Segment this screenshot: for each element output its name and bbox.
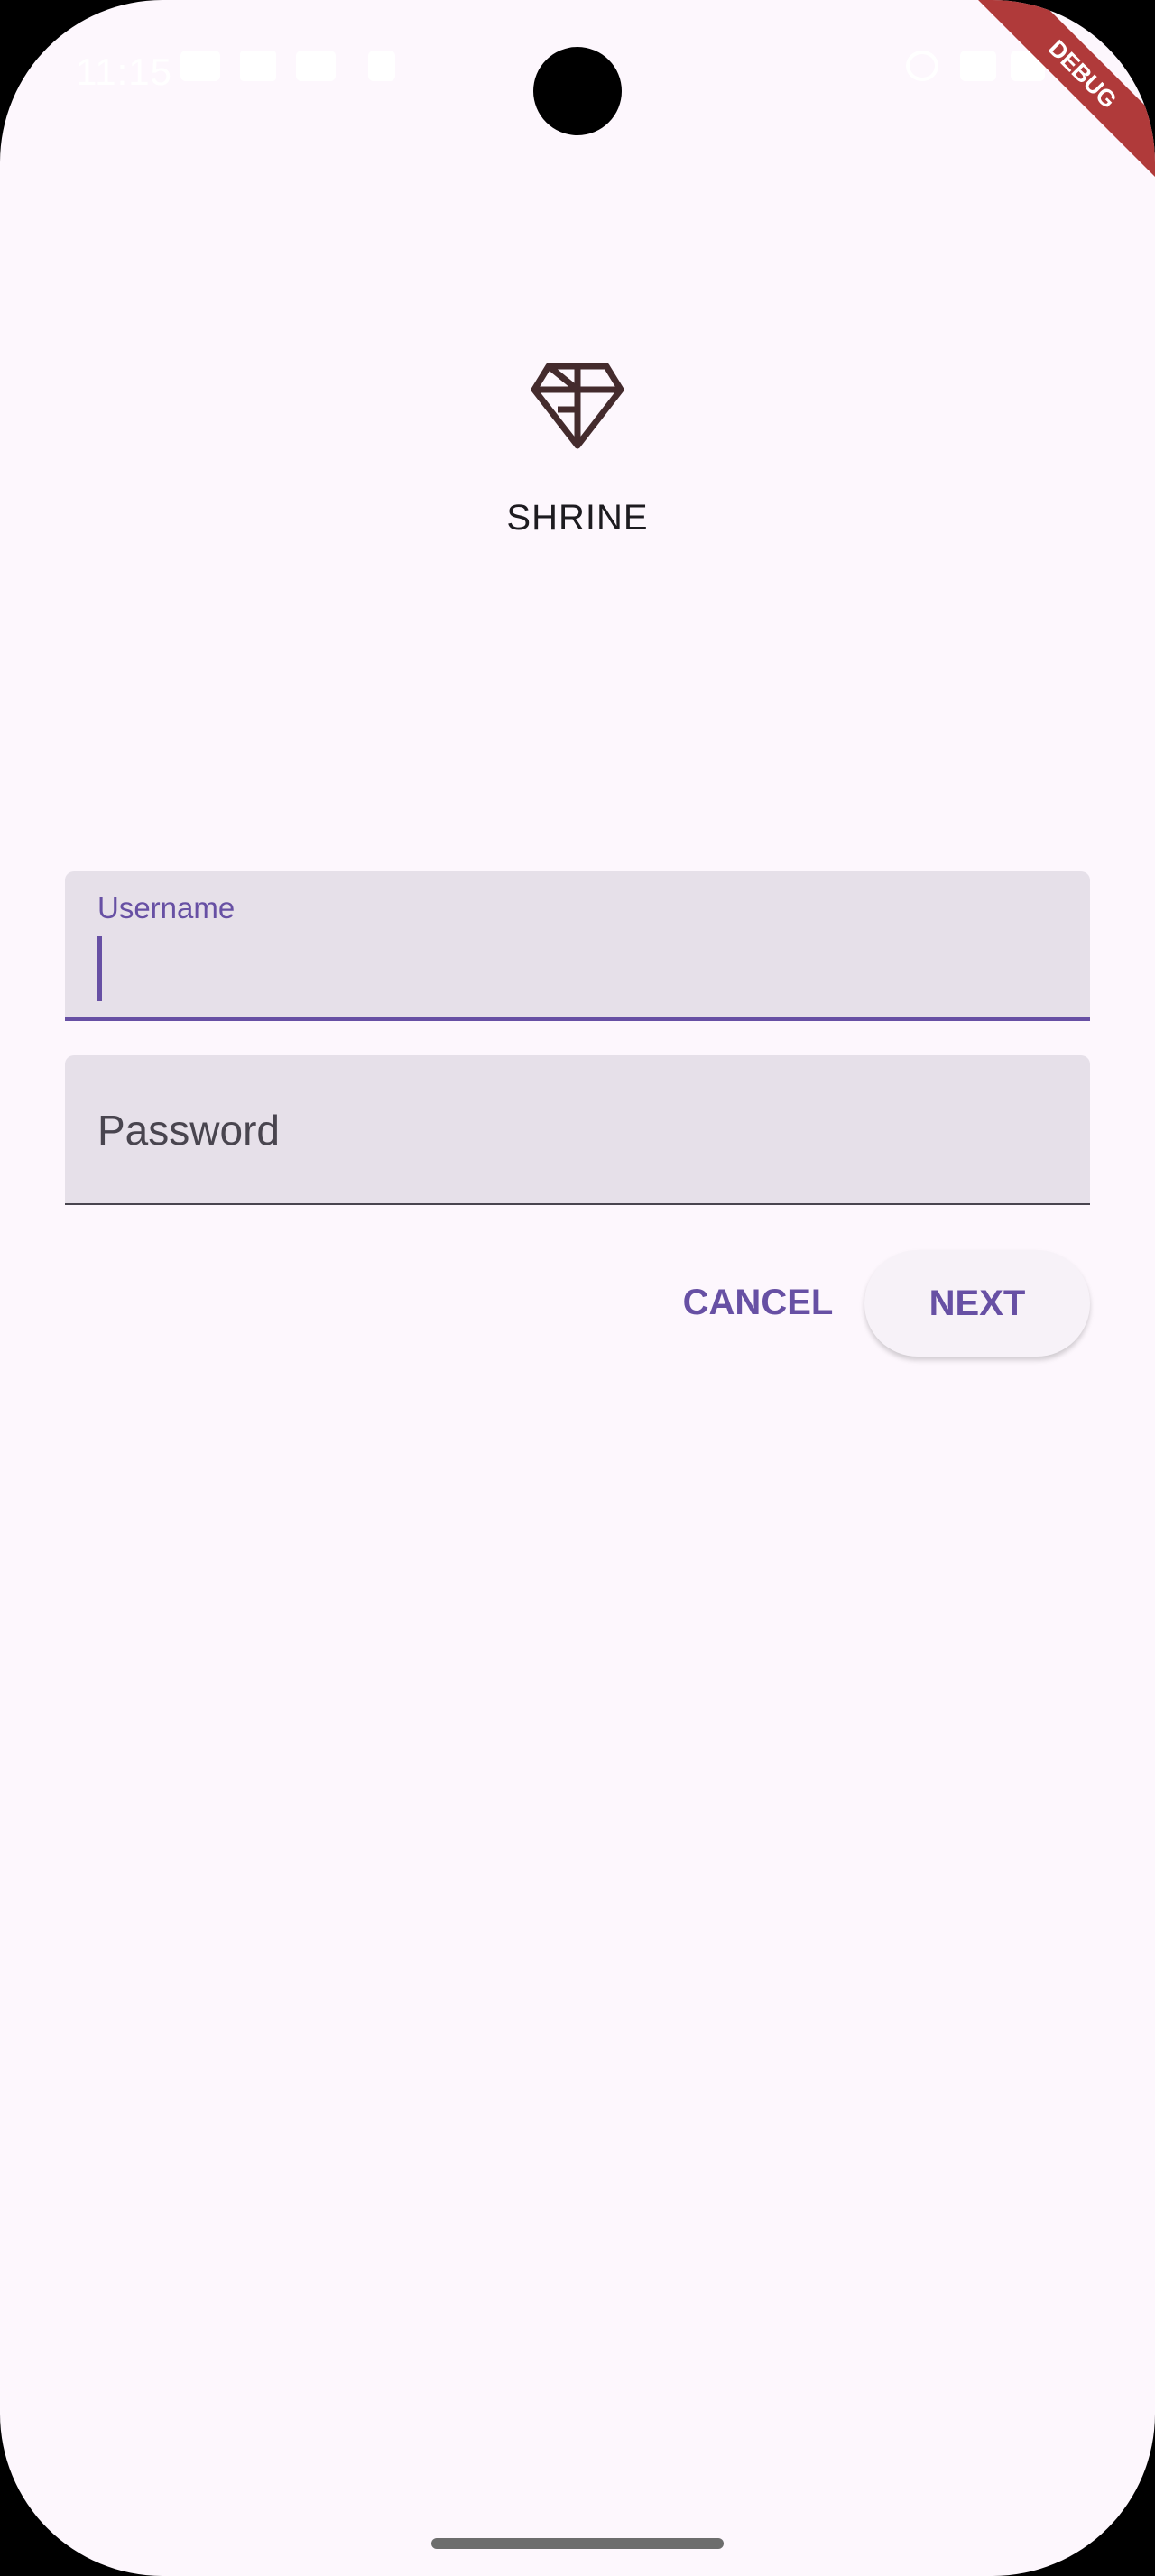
password-label: Password: [97, 1107, 280, 1154]
password-field[interactable]: Password: [65, 1055, 1090, 1205]
home-indicator[interactable]: [431, 2538, 724, 2549]
username-field[interactable]: Username: [65, 871, 1090, 1021]
username-label: Username: [97, 891, 236, 925]
alarm-icon: [906, 51, 938, 81]
app-screen: 11:15 DEBUG SHRINE Username Password CAN…: [0, 0, 1155, 2576]
notification-icon: [296, 51, 336, 81]
notification-icon: [180, 51, 220, 81]
notification-icon: [368, 51, 395, 81]
cancel-button[interactable]: CANCEL: [668, 1266, 848, 1339]
wrench-icon: [240, 51, 276, 81]
camera-cutout: [533, 47, 622, 135]
wifi-icon: [960, 51, 996, 81]
text-cursor: [97, 936, 102, 1001]
status-time: 11:15: [76, 51, 172, 93]
diamond-icon: [529, 354, 626, 451]
form-actions: CANCEL NEXT: [0, 1250, 1155, 1358]
app-title: SHRINE: [506, 498, 649, 538]
next-button[interactable]: NEXT: [864, 1250, 1090, 1357]
